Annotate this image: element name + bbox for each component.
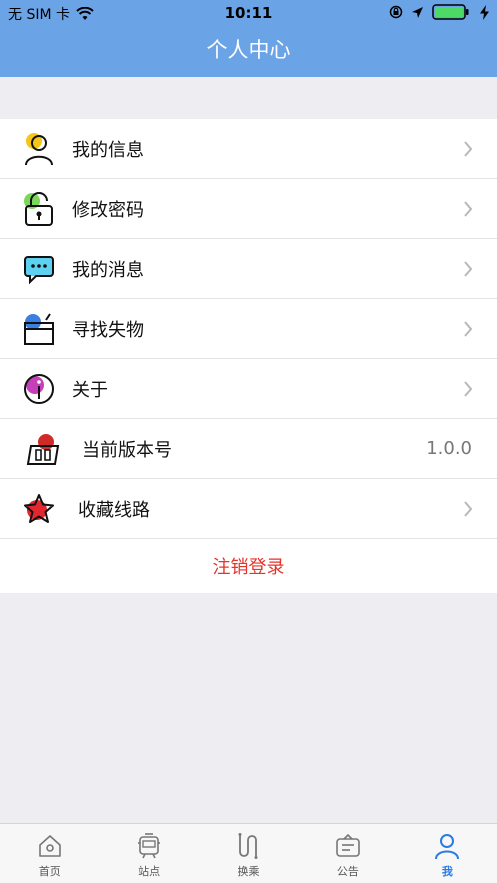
charging-icon: [480, 4, 489, 20]
menu-item-label: 修改密码: [72, 199, 144, 221]
lost-item-box-icon: [24, 313, 54, 345]
chevron-right-icon: [464, 501, 473, 517]
menu-item-change-password[interactable]: 修改密码: [0, 179, 497, 239]
menu-item-label: 寻找失物: [72, 319, 144, 341]
notice-icon: [336, 833, 360, 857]
chevron-right-icon: [464, 261, 473, 277]
menu-item-label: 收藏线路: [78, 499, 150, 521]
menu-item-lost-and-found[interactable]: 寻找失物: [0, 299, 497, 359]
menu-item-label: 我的信息: [72, 139, 144, 161]
status-bar: 无 SIM 卡 10:11: [0, 0, 497, 26]
top-bar: 无 SIM 卡 10:11 个人中心: [0, 0, 497, 77]
page-title: 个人中心: [206, 38, 291, 62]
menu-item-my-info[interactable]: 我的信息: [0, 119, 497, 179]
version-icon: [26, 434, 60, 465]
tab-bar: 首页 站点 换乘 公告 我: [0, 823, 497, 883]
message-icon: [24, 256, 54, 285]
profile-icon: [435, 834, 460, 860]
tab-home[interactable]: 首页: [0, 824, 99, 883]
chevron-right-icon: [464, 141, 473, 157]
menu-item-label: 当前版本号: [82, 439, 172, 461]
tab-label: 公告: [336, 865, 359, 878]
tab-notices[interactable]: 公告: [298, 824, 397, 883]
logout-button[interactable]: 注销登录: [0, 539, 497, 593]
tab-transfer[interactable]: 换乘: [199, 824, 298, 883]
tab-me[interactable]: 我: [398, 824, 497, 883]
version-value: 1.0.0: [426, 438, 472, 459]
station-icon: [138, 833, 161, 859]
star-icon: [24, 494, 54, 523]
menu-item-version: 当前版本号 1.0.0: [0, 419, 497, 479]
chevron-right-icon: [464, 321, 473, 337]
info-icon: [24, 374, 54, 404]
menu-item-label: 我的消息: [72, 259, 144, 281]
home-icon: [38, 835, 61, 857]
menu-item-my-messages[interactable]: 我的消息: [0, 239, 497, 299]
tab-label: 换乘: [237, 865, 260, 878]
menu-item-favorite-routes[interactable]: 收藏线路: [0, 479, 497, 539]
tab-stations[interactable]: 站点: [99, 824, 198, 883]
tab-label: 首页: [38, 865, 61, 878]
status-right: [389, 4, 489, 20]
lock-icon: [24, 192, 53, 226]
menu-item-about[interactable]: 关于: [0, 359, 497, 419]
battery-icon: [432, 4, 469, 20]
user-icon: [25, 133, 53, 166]
tab-label: 我: [441, 865, 453, 878]
location-icon: [412, 6, 423, 18]
orientation-lock-icon: [389, 5, 403, 19]
chevron-right-icon: [464, 201, 473, 217]
menu-item-label: 关于: [72, 379, 108, 401]
transfer-icon: [238, 833, 258, 859]
chevron-right-icon: [464, 381, 473, 397]
menu-list: 我的信息 修改密码 我的消息 寻找失物 关于 当前版本号 1.0.0 收藏线路 …: [0, 119, 497, 593]
tab-label: 站点: [138, 865, 161, 878]
